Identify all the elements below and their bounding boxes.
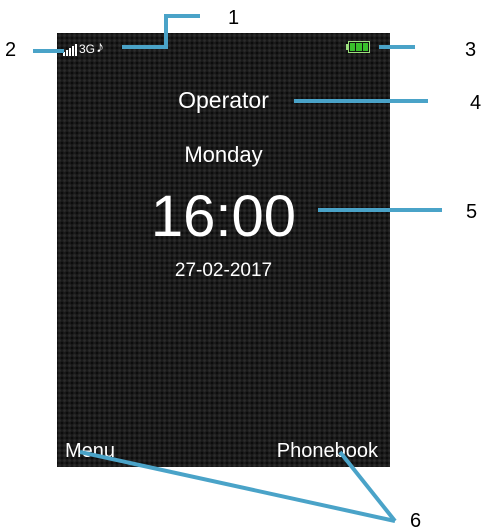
phonebook-softkey[interactable]: Phonebook bbox=[277, 440, 378, 463]
callout-6: 6 bbox=[410, 510, 422, 532]
callout-3: 3 bbox=[465, 39, 477, 61]
date-label: 27-02-2017 bbox=[174, 260, 273, 281]
callout-2: 2 bbox=[5, 39, 17, 61]
status-bar: 3G ♪ bbox=[63, 38, 104, 56]
operator-name: Operator bbox=[178, 87, 269, 113]
battery-icon bbox=[346, 41, 372, 53]
callout-4: 4 bbox=[470, 92, 482, 114]
callout-5: 5 bbox=[466, 201, 478, 223]
music-note-icon: ♪ bbox=[96, 39, 105, 56]
clock-time: 16:00 bbox=[150, 184, 297, 249]
signal-strength-icon bbox=[63, 44, 77, 56]
callout-1: 1 bbox=[228, 7, 240, 29]
phone-screen: 3G ♪ Operator Monday 16:00 27-02-2017 Me… bbox=[57, 33, 390, 467]
network-type-label: 3G bbox=[79, 42, 96, 56]
menu-softkey[interactable]: Menu bbox=[65, 440, 115, 463]
weekday-label: Monday bbox=[184, 142, 263, 167]
